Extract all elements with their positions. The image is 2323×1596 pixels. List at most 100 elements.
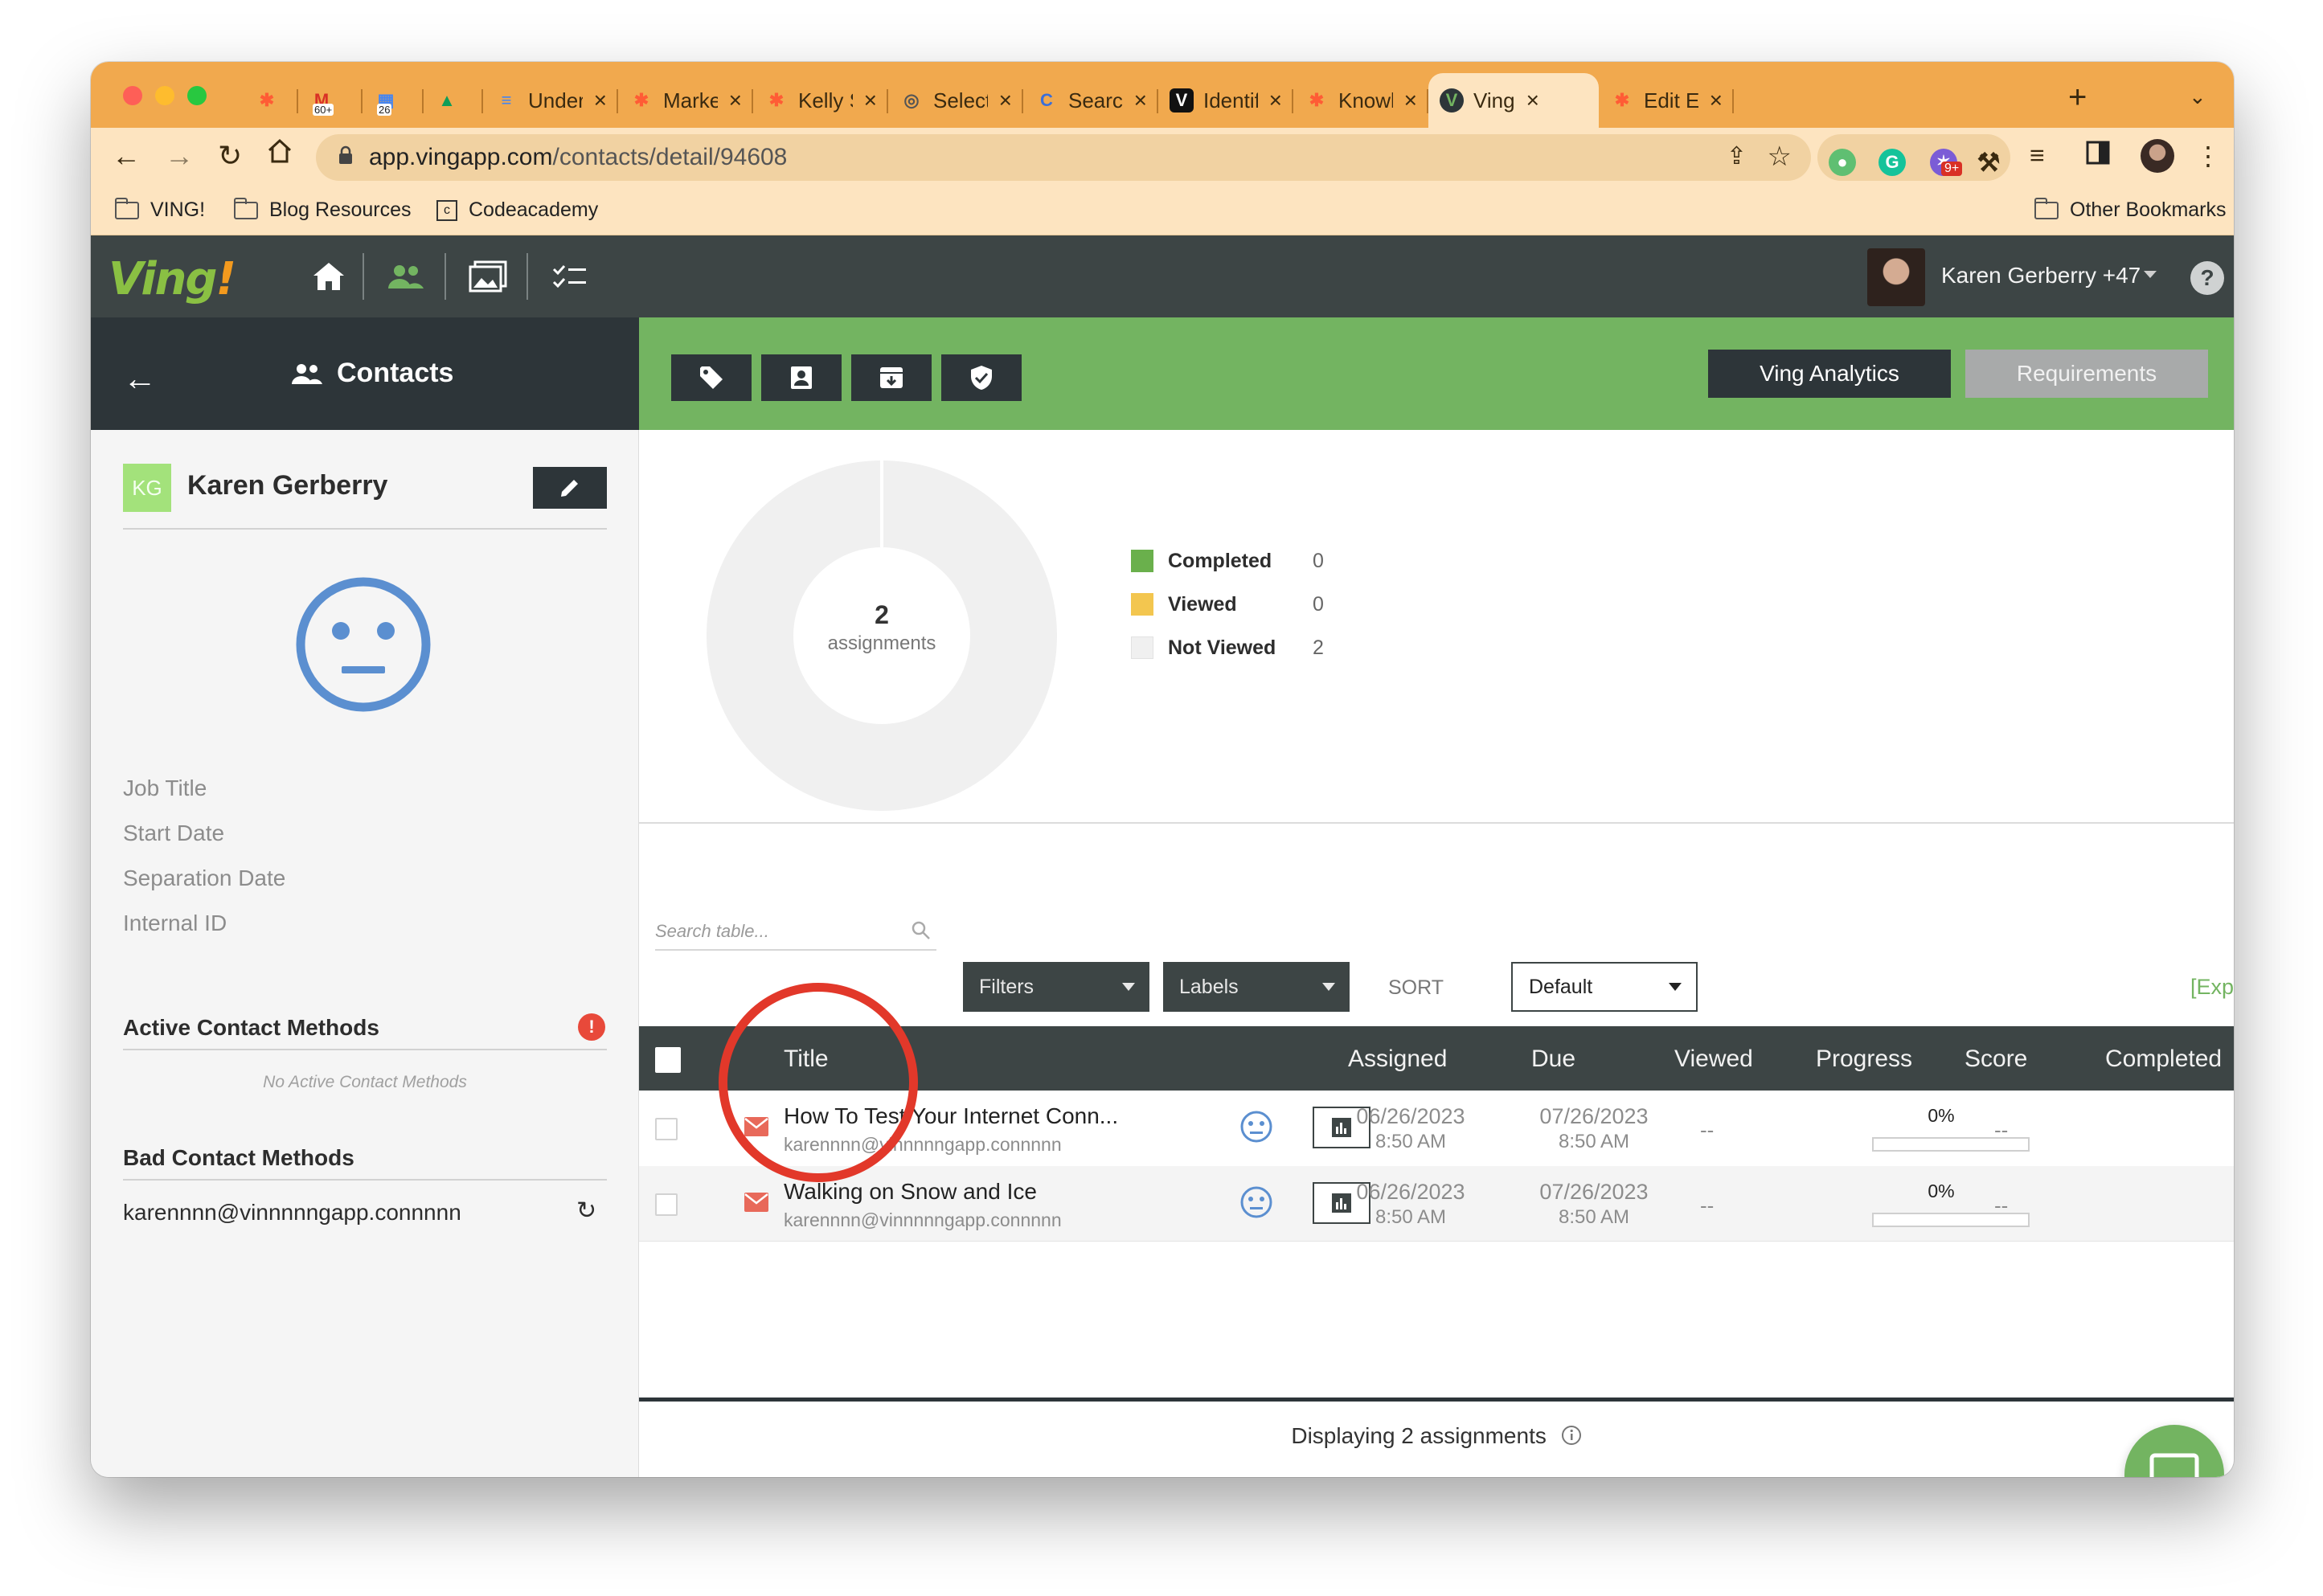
table-search bbox=[655, 912, 936, 951]
user-menu-caret-icon[interactable] bbox=[2144, 271, 2157, 278]
tab-close-icon[interactable]: × bbox=[729, 88, 742, 113]
home-nav-icon[interactable] bbox=[305, 255, 353, 298]
tasks-nav-icon[interactable] bbox=[546, 255, 594, 298]
select-all-checkbox[interactable] bbox=[655, 1047, 681, 1073]
tab-label: Knowle bbox=[1338, 88, 1393, 113]
labels-dropdown[interactable]: Labels bbox=[1163, 962, 1350, 1012]
other-bookmarks[interactable]: Other Bookmarks bbox=[2034, 197, 2227, 222]
shield-button[interactable] bbox=[941, 354, 1022, 401]
media-nav-icon[interactable] bbox=[464, 255, 512, 298]
tab-close-icon[interactable]: × bbox=[999, 88, 1012, 113]
globe-icon: ◎ bbox=[903, 90, 920, 110]
alert-icon[interactable]: ! bbox=[578, 1013, 605, 1041]
tab-badge: 60+ bbox=[313, 104, 334, 116]
home-icon[interactable] bbox=[266, 137, 293, 172]
ext-owl-icon[interactable]: ● bbox=[1829, 149, 1856, 176]
row-checkbox[interactable] bbox=[655, 1193, 678, 1216]
edit-contact-button[interactable] bbox=[533, 467, 607, 509]
col-completed[interactable]: Completed bbox=[2105, 1046, 2222, 1073]
export-link[interactable]: [Expo bbox=[2190, 975, 2234, 1000]
table-row[interactable]: Walking on Snow and Ice karennnn@vinnnnn… bbox=[639, 1166, 2234, 1242]
col-progress[interactable]: Progress bbox=[1816, 1046, 1912, 1073]
tab-close-icon[interactable]: × bbox=[1404, 88, 1417, 113]
tab-search-chevron-icon[interactable]: ⌄ bbox=[2189, 84, 2206, 109]
col-due[interactable]: Due bbox=[1531, 1046, 1575, 1073]
tag-button[interactable] bbox=[671, 354, 752, 401]
browser-tab[interactable]: ✱ Knowle × bbox=[1293, 73, 1428, 128]
browser-tab[interactable]: ✱ Kelly Si × bbox=[753, 73, 888, 128]
grammarly-icon[interactable]: G bbox=[1878, 149, 1906, 176]
browser-tab[interactable]: ≡ Underst × bbox=[483, 73, 618, 128]
search-icon[interactable] bbox=[911, 920, 932, 941]
viewed-cell: -- bbox=[1700, 1118, 1715, 1142]
close-window-button[interactable] bbox=[123, 86, 142, 105]
search-input[interactable] bbox=[655, 917, 904, 946]
browser-tab[interactable]: ✱ Edit Em × bbox=[1599, 73, 1734, 128]
browser-tab[interactable]: ✱ bbox=[244, 73, 298, 128]
sort-dropdown[interactable]: Default bbox=[1511, 962, 1698, 1012]
info-icon[interactable] bbox=[1561, 1425, 1582, 1446]
filters-dropdown[interactable]: Filters bbox=[963, 962, 1149, 1012]
contacts-nav-icon[interactable] bbox=[382, 255, 430, 298]
contact-card-button[interactable] bbox=[761, 354, 842, 401]
donut-slice-separator bbox=[880, 460, 883, 547]
tab-label: Identify bbox=[1203, 88, 1258, 113]
ving-analytics-button[interactable]: Ving Analytics bbox=[1708, 350, 1951, 398]
search-engine-icon: C bbox=[1040, 90, 1053, 110]
app-header: Ving! Karen Gerberry +47 ? bbox=[91, 235, 2234, 317]
back-icon[interactable]: ← bbox=[112, 139, 141, 173]
address-bar[interactable]: app.vingapp.com/contacts/detail/94608 ⇪ … bbox=[316, 134, 1811, 181]
maximize-window-button[interactable] bbox=[187, 86, 207, 105]
bad-contact-methods-title: Bad Contact Methods bbox=[123, 1145, 354, 1170]
tab-close-icon[interactable]: × bbox=[1710, 88, 1723, 113]
bookmark-star-icon[interactable]: ☆ bbox=[1768, 141, 1792, 173]
archive-button[interactable] bbox=[851, 354, 932, 401]
tab-close-icon[interactable]: × bbox=[1526, 88, 1539, 113]
bookmark-codeacademy[interactable]: c Codeacademy bbox=[436, 198, 598, 222]
score-cell: -- bbox=[1994, 1193, 2009, 1217]
user-name[interactable]: Karen Gerberry +47 bbox=[1941, 263, 2141, 289]
refresh-icon[interactable]: ↻ bbox=[576, 1197, 596, 1225]
browser-menu-icon[interactable]: ⋮ bbox=[2195, 141, 2221, 171]
tab-close-icon[interactable]: × bbox=[1269, 88, 1282, 113]
col-assigned[interactable]: Assigned bbox=[1348, 1046, 1447, 1073]
bookmark-blog-resources[interactable]: Blog Resources bbox=[234, 197, 411, 222]
browser-tab[interactable]: V Identify × bbox=[1158, 73, 1293, 128]
browser-tab[interactable]: ▦ 26 bbox=[363, 73, 424, 128]
new-tab-button[interactable]: + bbox=[2068, 80, 2087, 116]
legend-swatch-not-viewed bbox=[1131, 636, 1153, 659]
bookmark-ving[interactable]: VING! bbox=[115, 197, 205, 222]
ving-logo[interactable]: Ving! bbox=[109, 253, 236, 305]
profile-avatar[interactable] bbox=[2141, 139, 2174, 173]
tab-badge: 26 bbox=[377, 104, 392, 116]
hubspot-icon: ✱ bbox=[1309, 90, 1325, 110]
assignment-title[interactable]: Walking on Snow and Ice bbox=[784, 1179, 1037, 1205]
reading-list-icon[interactable]: ≡ bbox=[2030, 141, 2045, 170]
side-panel-icon[interactable] bbox=[2086, 141, 2110, 171]
help-icon[interactable]: ? bbox=[2190, 261, 2224, 295]
forward-icon[interactable]: → bbox=[165, 139, 194, 173]
browser-tab[interactable]: V Ving × bbox=[1428, 73, 1599, 128]
row-checkbox[interactable] bbox=[655, 1118, 678, 1140]
browser-tab[interactable]: C Search × bbox=[1023, 73, 1158, 128]
sort-label: SORT bbox=[1388, 976, 1444, 999]
reload-icon[interactable]: ↻ bbox=[218, 139, 242, 173]
col-score[interactable]: Score bbox=[1965, 1046, 2027, 1073]
assignment-email: karennnn@vinnnnngapp.connnnn bbox=[784, 1209, 1062, 1230]
browser-tab[interactable]: ✱ Marketi × bbox=[618, 73, 753, 128]
legend-not-viewed: Not Viewed 2 bbox=[1131, 634, 1324, 661]
tab-close-icon[interactable]: × bbox=[594, 88, 607, 113]
extensions-puzzle-icon[interactable]: ⚒ bbox=[1975, 149, 2002, 176]
share-icon[interactable]: ⇪ bbox=[1727, 142, 1747, 170]
user-avatar[interactable] bbox=[1867, 248, 1925, 306]
browser-tab[interactable]: ◎ Select × bbox=[888, 73, 1023, 128]
tab-close-icon[interactable]: × bbox=[1134, 88, 1147, 113]
browser-tab[interactable]: M 60+ bbox=[298, 73, 363, 128]
back-arrow-icon[interactable]: ← bbox=[123, 359, 157, 398]
legend-viewed: Viewed 0 bbox=[1131, 591, 1324, 618]
browser-tab[interactable]: ▲ bbox=[424, 73, 483, 128]
minimize-window-button[interactable] bbox=[155, 86, 174, 105]
tab-close-icon[interactable]: × bbox=[864, 88, 877, 113]
col-viewed[interactable]: Viewed bbox=[1674, 1046, 1753, 1073]
requirements-button[interactable]: Requirements bbox=[1965, 350, 2208, 398]
